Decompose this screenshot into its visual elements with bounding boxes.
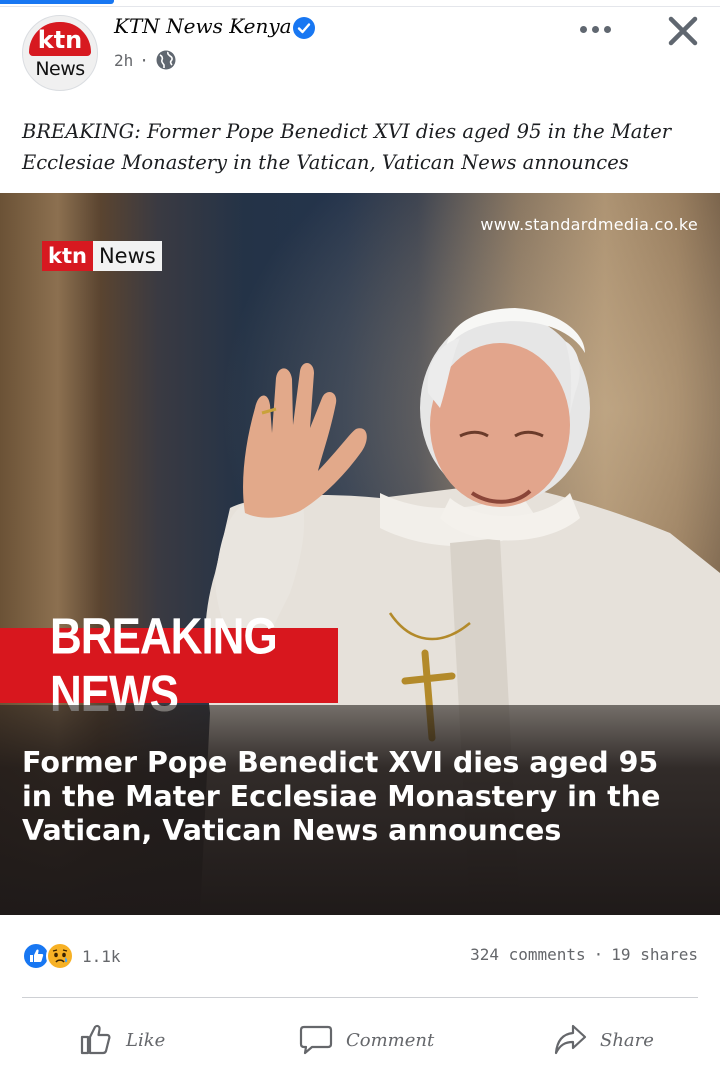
meta-separator: · (139, 50, 149, 70)
page-avatar[interactable]: ktn News (22, 15, 98, 91)
post-meta: 2h · (114, 49, 177, 71)
page-name[interactable]: KTN News Kenya (114, 14, 292, 38)
reactions-summary[interactable]: 1.1k (22, 940, 121, 972)
close-icon[interactable] (664, 12, 702, 50)
actions-divider (22, 997, 698, 998)
globe-icon (156, 50, 176, 70)
counts-separator: · (593, 945, 604, 964)
like-label: Like (126, 1029, 166, 1051)
comments-count[interactable]: 324 comments (470, 945, 586, 964)
thumbs-up-icon (80, 1024, 111, 1055)
comment-label: Comment (346, 1029, 435, 1051)
verified-badge-icon (293, 17, 315, 39)
avatar-news-text: News (35, 58, 85, 80)
avatar-ktn-text: ktn (29, 22, 91, 56)
engagement-counts: 324 comments · 19 shares (470, 945, 698, 964)
more-dot (591, 25, 599, 33)
top-accent-bar (0, 0, 114, 4)
share-label: Share (600, 1029, 654, 1051)
like-button[interactable]: Like (78, 1016, 165, 1064)
comment-icon (299, 1025, 333, 1055)
shares-count[interactable]: 19 shares (611, 945, 698, 964)
sad-reaction-icon (46, 942, 74, 970)
comment-button[interactable]: Comment (298, 1016, 434, 1064)
reaction-count: 1.1k (82, 946, 121, 966)
more-icon (579, 25, 587, 33)
image-headline: Former Pope Benedict XVI dies aged 95 in… (22, 746, 661, 847)
breaking-news-band: BREAKING NEWS (0, 608, 338, 722)
more-dot (603, 25, 611, 33)
post-actions: Like Comment Share (0, 1016, 720, 1064)
top-divider (0, 6, 720, 7)
share-button[interactable]: Share (552, 1016, 654, 1064)
more-options-button[interactable] (574, 16, 616, 42)
post-image[interactable]: www.standardmedia.co.ke ktn News BREAKIN… (0, 193, 720, 915)
post-text: BREAKING: Former Pope Benedict XVI dies … (22, 120, 672, 174)
share-icon (554, 1024, 587, 1055)
post-time[interactable]: 2h (114, 51, 133, 70)
